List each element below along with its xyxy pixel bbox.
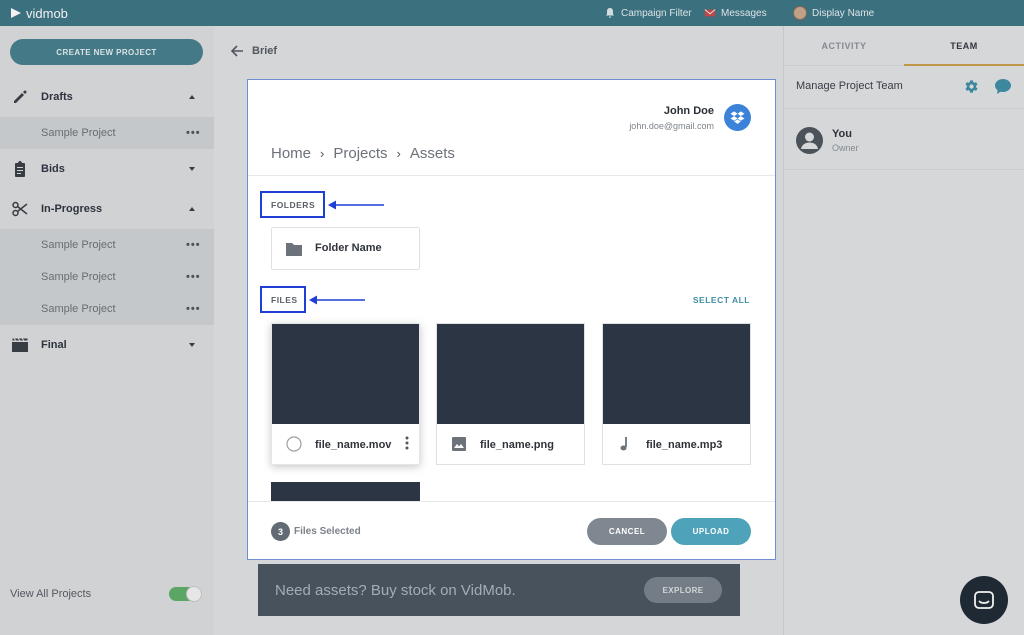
account-email: john.doe@gmail.com [629, 121, 714, 131]
chevron-right-icon: › [320, 146, 325, 161]
cancel-button[interactable]: CANCEL [587, 518, 667, 545]
file-name: file_name.mov [315, 439, 392, 451]
breadcrumb: Home › Projects › Assets [271, 145, 455, 162]
file-thumbnail [603, 324, 750, 424]
dropbox-account-button[interactable] [724, 104, 751, 131]
breadcrumb-home[interactable]: Home [271, 145, 311, 162]
arrow-left-annotation-icon [328, 200, 384, 210]
folders-label: FOLDERS [271, 200, 316, 210]
file-thumbnail [272, 324, 419, 424]
arrow-left-annotation-icon [309, 295, 365, 305]
upload-button[interactable]: UPLOAD [671, 518, 751, 545]
radio-circle-icon[interactable] [286, 436, 302, 452]
kebab-menu-icon[interactable] [405, 436, 409, 450]
select-all-link[interactable]: SELECT ALL [693, 295, 750, 305]
music-note-icon [620, 437, 627, 451]
folder-name: Folder Name [315, 242, 382, 254]
chevron-right-icon: › [396, 146, 401, 161]
folder-card[interactable]: Folder Name [271, 227, 420, 270]
file-thumbnail [437, 324, 584, 424]
file-card[interactable]: file_name.mov [271, 323, 420, 465]
file-card-partial[interactable] [271, 482, 420, 502]
divider [248, 175, 775, 176]
files-label: FILES [271, 295, 298, 305]
dropbox-icon [730, 111, 745, 124]
selected-count-text: Files Selected [294, 526, 361, 537]
file-name: file_name.png [480, 439, 554, 451]
selected-count-badge: 3 [271, 522, 290, 541]
file-name: file_name.mp3 [646, 439, 723, 451]
asset-picker-modal: John Doe john.doe@gmail.com Home › Proje… [247, 79, 776, 560]
account-name: John Doe [663, 105, 714, 117]
footer-divider [248, 501, 775, 502]
folder-icon [286, 243, 302, 256]
file-card[interactable]: file_name.mp3 [602, 323, 751, 465]
breadcrumb-assets: Assets [409, 145, 455, 162]
breadcrumb-projects[interactable]: Projects [333, 145, 387, 162]
file-card[interactable]: file_name.png [436, 323, 585, 465]
image-icon [452, 437, 466, 451]
